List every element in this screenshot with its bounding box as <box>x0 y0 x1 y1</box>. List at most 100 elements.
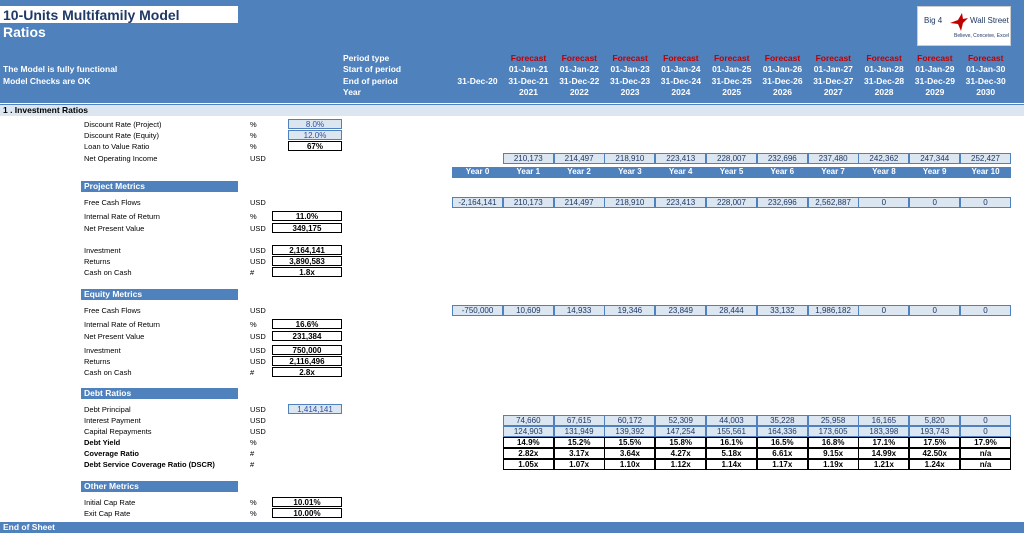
sheet-title: Ratios <box>3 24 46 40</box>
row-cell: 19,346 <box>604 305 656 316</box>
model-title: 10-Units Multifamily Model <box>3 7 180 23</box>
row-cell: 183,398 <box>858 426 910 437</box>
period-start: 01-Jan-26 <box>762 64 803 74</box>
equity-fcf-label: Free Cash Flows <box>84 306 141 315</box>
period-end: 31-Dec-29 <box>914 76 955 86</box>
project-returns-value: 3,890,583 <box>272 256 342 266</box>
equity-irr-value: 16.6% <box>272 319 342 329</box>
period-year: 2028 <box>874 87 894 97</box>
discount-rate-project-input[interactable]: 8.0% <box>288 119 342 129</box>
project-npv-value: 349,175 <box>272 223 342 233</box>
coverage-row: 2.82x 3.17x 3.64x 4.27x 5.18x 6.61x 9.15x 14.99… <box>452 448 1011 459</box>
period-year: 2021 <box>519 87 538 97</box>
row-cell: 9.15x <box>807 448 859 459</box>
row-cell: 10,609 <box>502 305 554 316</box>
row-cell: 17.9% <box>960 437 1011 448</box>
period-year: 2023 <box>620 87 640 97</box>
equity-coc-label: Cash on Cash <box>84 368 132 377</box>
project-fcf-row: -2,164,141 210,173 214,497 218,910 223,413 22… <box>452 197 1011 208</box>
project-coc-value: 1.8x <box>272 267 342 277</box>
row-cell: Year 9 <box>922 167 947 176</box>
initial-cap-rate-value: 10.01% <box>272 497 342 507</box>
period-type: Forecast <box>561 53 598 63</box>
row-cell: 1.19x <box>807 459 859 470</box>
coverage-label: Coverage Ratio <box>84 449 140 458</box>
row-cell: 232,696 <box>756 153 808 164</box>
debt-principal-label: Debt Principal <box>84 405 131 414</box>
period-start: 01-Jan-25 <box>712 64 752 74</box>
period-type: Forecast <box>663 53 699 63</box>
period-type: Forecast <box>612 53 648 63</box>
row-cell: 228,007 <box>706 153 757 164</box>
row-cell: 164,336 <box>756 426 808 437</box>
period-end: 31-Dec-23 <box>610 76 651 86</box>
row-cell: 28,444 <box>706 305 757 316</box>
row-cell: 214,497 <box>553 197 605 208</box>
row-cell: 218,910 <box>604 197 656 208</box>
discount-rate-equity-label: Discount Rate (Equity) <box>84 131 160 140</box>
row-cell: 16,165 <box>858 415 910 426</box>
row-cell: 33,132 <box>756 305 808 316</box>
interest-row: 74,660 67,615 60,172 52,309 44,003 35,228 25,9… <box>452 415 1011 426</box>
exit-cap-rate-label: Exit Cap Rate <box>84 509 131 518</box>
row-cell: 247,344 <box>909 153 961 164</box>
period-start: 01-Jan-29 <box>915 64 955 74</box>
row-cell: 232,696 <box>756 197 808 208</box>
row-cell: -2,164,141 <box>452 197 503 208</box>
row-cell: Year 3 <box>618 167 642 176</box>
period-year: 2027 <box>823 87 843 97</box>
row-cell: 0 <box>909 305 961 316</box>
period-start: 01-Jan-24 <box>661 64 701 74</box>
row-cell: 3.17x <box>553 448 605 459</box>
unit: % <box>250 142 257 151</box>
debt-ratios-header: Debt Ratios <box>81 388 238 399</box>
noi-row: 210,173 214,497 218,910 223,413 228,007 232,6… <box>452 153 1011 164</box>
row-cell: -750,000 <box>452 305 503 316</box>
period-type: Forecast <box>815 53 852 63</box>
row-cell: 17.5% <box>909 437 961 448</box>
logo-tagline: Believe, Conceive, Excel <box>954 33 1010 39</box>
row-cell: 131,949 <box>553 426 605 437</box>
row-cell: 139,392 <box>604 426 656 437</box>
start-period-label: Start of period <box>343 64 402 74</box>
row-cell: 14.99x <box>858 448 910 459</box>
row-cell: 67,615 <box>553 415 605 426</box>
project-metrics-header: Project Metrics <box>81 181 238 192</box>
unit: USD <box>250 154 266 163</box>
row-cell: 42.50x <box>909 448 961 459</box>
end-period-label: End of period <box>343 76 398 86</box>
project-npv-label: Net Present Value <box>84 224 145 233</box>
row-cell: 223,413 <box>655 197 707 208</box>
period-type: Forecast <box>967 53 1004 63</box>
row-cell: Year 5 <box>719 167 744 176</box>
period-start: 01-Jan-30 <box>966 64 1006 74</box>
period-type: Forecast <box>510 53 547 63</box>
period-year: 2025 <box>722 87 742 97</box>
equity-metrics-header: Equity Metrics <box>81 289 238 300</box>
unit: % <box>250 212 257 221</box>
row-cell: 5,820 <box>909 415 961 426</box>
period-start: 01-Jan-27 <box>813 64 853 74</box>
row-cell: 44,003 <box>706 415 757 426</box>
row-cell: 2.82x <box>502 448 554 459</box>
row-cell: 17.1% <box>858 437 910 448</box>
row-cell: 237,480 <box>807 153 859 164</box>
row-cell: n/a <box>960 448 1011 459</box>
unit: USD <box>250 416 266 425</box>
equity-npv-label: Net Present Value <box>84 332 145 341</box>
debt-yield-label: Debt Yield <box>84 438 121 447</box>
row-cell: 0 <box>960 426 1011 437</box>
row-cell: 147,254 <box>655 426 707 437</box>
period-end: 31-Dec-30 <box>965 76 1006 86</box>
status-functional: The Model is fully functional <box>3 64 118 74</box>
row-cell: 16.5% <box>756 437 808 448</box>
unit: % <box>250 509 257 518</box>
period-type: Forecast <box>917 53 953 63</box>
unit: USD <box>250 427 266 436</box>
unit: # <box>250 268 255 277</box>
other-metrics-header: Other Metrics <box>81 481 238 492</box>
row-cell: 4.27x <box>655 448 707 459</box>
end-of-sheet: End of Sheet <box>0 522 1024 533</box>
discount-rate-equity-input[interactable]: 12.0% <box>288 130 342 140</box>
period-year: 2024 <box>671 87 691 97</box>
